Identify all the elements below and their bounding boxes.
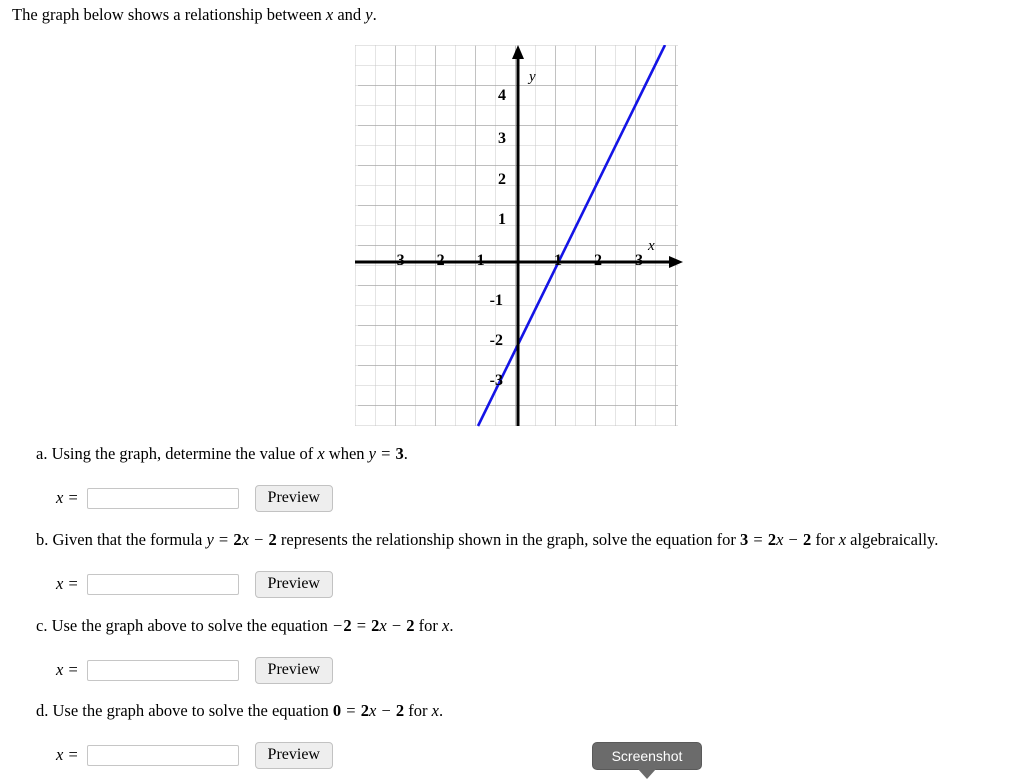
question-a-answer-prefix: x = (56, 488, 78, 507)
question-c-prompt: c. Use the graph above to solve the equa… (36, 616, 454, 635)
page-intro-text: The graph below shows a relationship bet… (12, 4, 377, 26)
question-d-answer-prefix: x = (56, 745, 78, 764)
x-tick-label--1: -1 (471, 252, 485, 269)
question-d-preview-button[interactable]: Preview (254, 741, 333, 769)
question-b-input[interactable] (86, 573, 239, 595)
question-a-answer-row: x = Preview (56, 484, 333, 512)
y-axis-label: y (529, 69, 536, 85)
intro-prefix: The graph below shows a relationship bet… (12, 5, 326, 24)
y-tick-label--3: -3 (489, 372, 503, 389)
worksheet-page: The graph below shows a relationship bet… (0, 0, 1024, 784)
y-tick-label-4: 4 (498, 87, 506, 104)
screenshot-tooltip-label: Screenshot (611, 748, 683, 764)
x-tick-label-1: 1 (554, 252, 562, 269)
x-tick-label--3: -3 (391, 252, 405, 269)
screenshot-tooltip[interactable]: Screenshot (592, 742, 702, 779)
intro-var-y: y (365, 5, 373, 24)
question-c-preview-button[interactable]: Preview (254, 656, 333, 684)
y-tick-label-2: 2 (498, 171, 506, 188)
y-tick-label--1: -1 (489, 292, 503, 309)
graph-svg (355, 45, 683, 427)
intro-middle: and (333, 5, 366, 24)
coordinate-graph: x y -3 -2 -1 1 2 3 4 3 2 1 -1 -2 -3 (355, 45, 683, 427)
question-a-preview-button[interactable]: Preview (254, 484, 333, 512)
y-tick-label-1: 1 (498, 211, 506, 228)
intro-suffix: . (372, 5, 377, 24)
question-c-input[interactable] (86, 659, 239, 681)
question-a-prompt: a. Using the graph, determine the value … (36, 444, 408, 463)
y-tick-label--2: -2 (489, 332, 503, 349)
question-c-answer-row: x = Preview (56, 656, 333, 684)
x-tick-label-2: 2 (594, 252, 602, 269)
question-b-prompt: b. Given that the formula y = 2x − 2 rep… (36, 530, 939, 549)
question-d-prompt: d. Use the graph above to solve the equa… (36, 701, 444, 720)
question-d-input[interactable] (86, 744, 239, 766)
x-tick-label-3: 3 (635, 252, 643, 269)
question-b-answer-row: x = Preview (56, 570, 333, 598)
question-d-answer-row: x = Preview (56, 741, 333, 769)
question-b-preview-button[interactable]: Preview (254, 570, 333, 598)
question-c-answer-prefix: x = (56, 660, 78, 679)
question-b-answer-prefix: x = (56, 574, 78, 593)
x-tick-label--2: -2 (431, 252, 445, 269)
y-tick-label-3: 3 (498, 130, 506, 147)
question-a-input[interactable] (86, 487, 239, 509)
